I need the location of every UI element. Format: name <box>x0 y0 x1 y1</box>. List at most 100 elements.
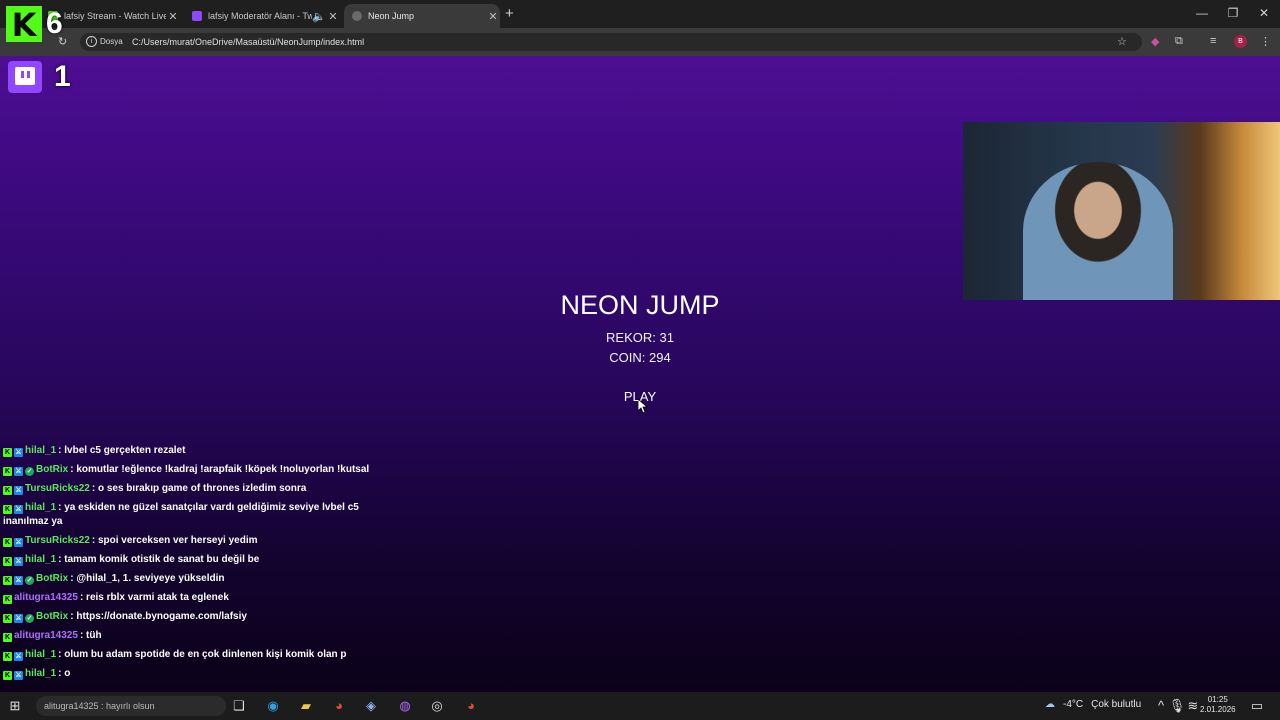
mod-badge-icon: ⚔ <box>14 505 23 514</box>
twitch-logo-icon <box>8 61 42 93</box>
chat-username: BotRix <box>36 611 69 622</box>
kick-badge-icon: K <box>3 467 12 476</box>
kick-badge-icon: K <box>3 557 12 566</box>
chat-text: : reis rblx varmi atak ta eglenek <box>79 592 229 603</box>
task-view-icon[interactable]: ❑ <box>230 697 248 715</box>
chat-overlay: K ⚔ hilal_1: lvbel c5 gerçekten rezalet K ⚔ ✓… <box>3 444 383 686</box>
speaker-icon[interactable]: 🔈 <box>312 10 326 23</box>
chat-username: hilal_1 <box>25 502 57 513</box>
profile-avatar[interactable]: B <box>1234 35 1247 48</box>
new-tab-button[interactable]: + <box>505 5 514 22</box>
minimize-button[interactable]: — <box>1192 6 1212 20</box>
clock[interactable]: 01:25 2.01.2026 <box>1200 695 1236 715</box>
chat-text: : lvbel c5 gerçekten rezalet <box>58 445 186 456</box>
extensions-puzzle-icon[interactable]: ⧉ <box>1175 35 1183 48</box>
mod-badge-icon: ⚔ <box>14 652 23 661</box>
kick-badge-icon: K <box>3 671 12 680</box>
menu-kebab-icon[interactable]: ⋮ <box>1260 35 1271 48</box>
globe-icon <box>352 11 362 21</box>
close-icon[interactable]: ✕ <box>326 10 340 23</box>
tab-title: lafsiy Moderatör Alanı - Twi <box>208 11 312 21</box>
chat-message: K ⚔ TursuRicks22: o ses bırakıp game of th… <box>3 482 383 496</box>
obs-icon[interactable]: ◎ <box>428 697 446 715</box>
chat-text: : ya eskiden ne güzel sanatçılar vardı g… <box>3 502 359 527</box>
media-controls-icon[interactable]: ≡ <box>1210 35 1216 47</box>
chat-message: K ⚔ hilal_1: tamam komik otistik de sanat … <box>3 553 383 567</box>
chat-message: K ⚔ hilal_1: o <box>3 667 383 681</box>
kick-viewer-count: 6 <box>46 7 63 40</box>
chat-message: K ⚔ hilal_1: ya eskiden ne güzel sanatçıla… <box>3 501 383 529</box>
mod-badge-icon: ⚔ <box>14 576 23 585</box>
kick-badge-icon: K <box>3 448 12 457</box>
weather-widget[interactable]: ☁ -4°C Çok bulutlu <box>1045 699 1141 710</box>
streamer-image <box>1023 162 1173 300</box>
close-icon[interactable]: ✕ <box>486 10 500 23</box>
chat-username: hilal_1 <box>25 668 57 679</box>
chat-username: TursuRicks22 <box>25 535 90 546</box>
chat-message: K ⚔ TursuRicks22: spoi verceksen ver herse… <box>3 534 383 548</box>
kick-badge-icon: K <box>3 505 12 514</box>
chat-text: : tüh <box>79 630 102 641</box>
chat-username: TursuRicks22 <box>25 483 90 494</box>
date: 2.01.2026 <box>1200 705 1236 714</box>
twitch-viewer-count: 1 <box>54 60 71 93</box>
twitch-viewer-badge: 1 <box>8 60 71 94</box>
close-window-button[interactable]: ✕ <box>1254 6 1274 20</box>
mod-badge-icon: ⚔ <box>14 448 23 457</box>
steam-icon[interactable]: ◈ <box>362 697 380 715</box>
chat-text: : o <box>58 668 71 679</box>
file-explorer-icon[interactable]: ▰ <box>297 697 315 715</box>
chat-message: Kalitugra14325: tüh <box>3 629 383 643</box>
url-text[interactable]: C:/Users/murat/OneDrive/Masaüstü/NeonJum… <box>132 37 364 47</box>
bookmark-star-icon[interactable]: ☆ <box>1117 35 1127 48</box>
bot-badge-icon: ✓ <box>25 614 34 623</box>
chat-text: : o ses bırakıp game of thrones izledim … <box>91 483 307 494</box>
tab-neon-jump[interactable]: Neon Jump ✕ <box>344 4 500 28</box>
search-overlay-text: alitugra14325 : hayırlı olsun <box>44 701 155 711</box>
bot-badge-icon: ✓ <box>25 467 34 476</box>
webcam-feed <box>963 122 1280 300</box>
edge-icon[interactable]: ◉ <box>264 697 282 715</box>
extension-icon[interactable]: ◆ <box>1151 35 1159 48</box>
twitch-favicon-icon <box>192 11 202 21</box>
start-icon[interactable]: ⊞ <box>6 697 24 715</box>
chat-text: : tamam komik otistik de sanat bu değil … <box>58 554 260 565</box>
site-info-button[interactable]: i Dosya <box>86 36 123 47</box>
site-info-label: Dosya <box>100 37 123 46</box>
chat-username: alitugra14325 <box>14 630 78 641</box>
chat-message: K ⚔ hilal_1: lvbel c5 gerçekten rezalet <box>3 444 383 458</box>
kick-badge-icon: K <box>3 486 12 495</box>
kick-badge-icon: K <box>3 576 12 585</box>
mod-badge-icon: ⚔ <box>14 614 23 623</box>
tab-twitch-moderator[interactable]: lafsiy Moderatör Alanı - Twi 🔈 ✕ <box>184 4 340 28</box>
chat-message: K ⚔ ✓ BotRix: komutlar !eğlence !kadraj !ar… <box>3 463 383 477</box>
coin-count-label: COIN: 294 <box>609 350 671 365</box>
close-icon[interactable]: ✕ <box>166 10 180 23</box>
temperature: -4°C <box>1063 699 1084 710</box>
chat-message: K ⚔ ✓ BotRix: https://donate.bynogame.com/l… <box>3 610 383 624</box>
chat-text: : https://donate.bynogame.com/lafsiy <box>70 611 247 622</box>
chat-text: : olum bu adam spotide de en çok dinlene… <box>58 649 347 660</box>
chat-message: K ⚔ hilal_1: olum bu adam spotide de en ço… <box>3 648 383 662</box>
chrome-active-icon[interactable]: ◕ <box>462 697 480 715</box>
chat-username: BotRix <box>36 464 69 475</box>
tab-title: Neon Jump <box>368 11 415 21</box>
kick-logo-icon: K <box>6 6 42 44</box>
tab-title: lafsiy Stream - Watch Live on Ki <box>64 11 166 21</box>
bot-badge-icon: ✓ <box>25 576 34 585</box>
chrome-icon[interactable]: ◕ <box>330 697 348 715</box>
chat-text: : spoi verceksen ver herseyi yedim <box>91 535 258 546</box>
chat-username: hilal_1 <box>25 554 57 565</box>
time: 01:25 <box>1207 695 1228 704</box>
notification-icon[interactable]: ▭ <box>1248 697 1266 715</box>
kick-badge-icon: K <box>3 595 12 604</box>
kick-badge-icon: K <box>3 633 12 642</box>
mod-badge-icon: ⚔ <box>14 467 23 476</box>
mod-badge-icon: ⚔ <box>14 671 23 680</box>
chat-username: BotRix <box>36 573 69 584</box>
cloud-icon: ☁ <box>1045 699 1055 710</box>
restore-button[interactable]: ❐ <box>1223 6 1243 20</box>
discord-icon[interactable]: ◍ <box>396 697 414 715</box>
chat-text: : @hilal_1, 1. seviyeye yükseldin <box>70 573 225 584</box>
mod-badge-icon: ⚔ <box>14 557 23 566</box>
